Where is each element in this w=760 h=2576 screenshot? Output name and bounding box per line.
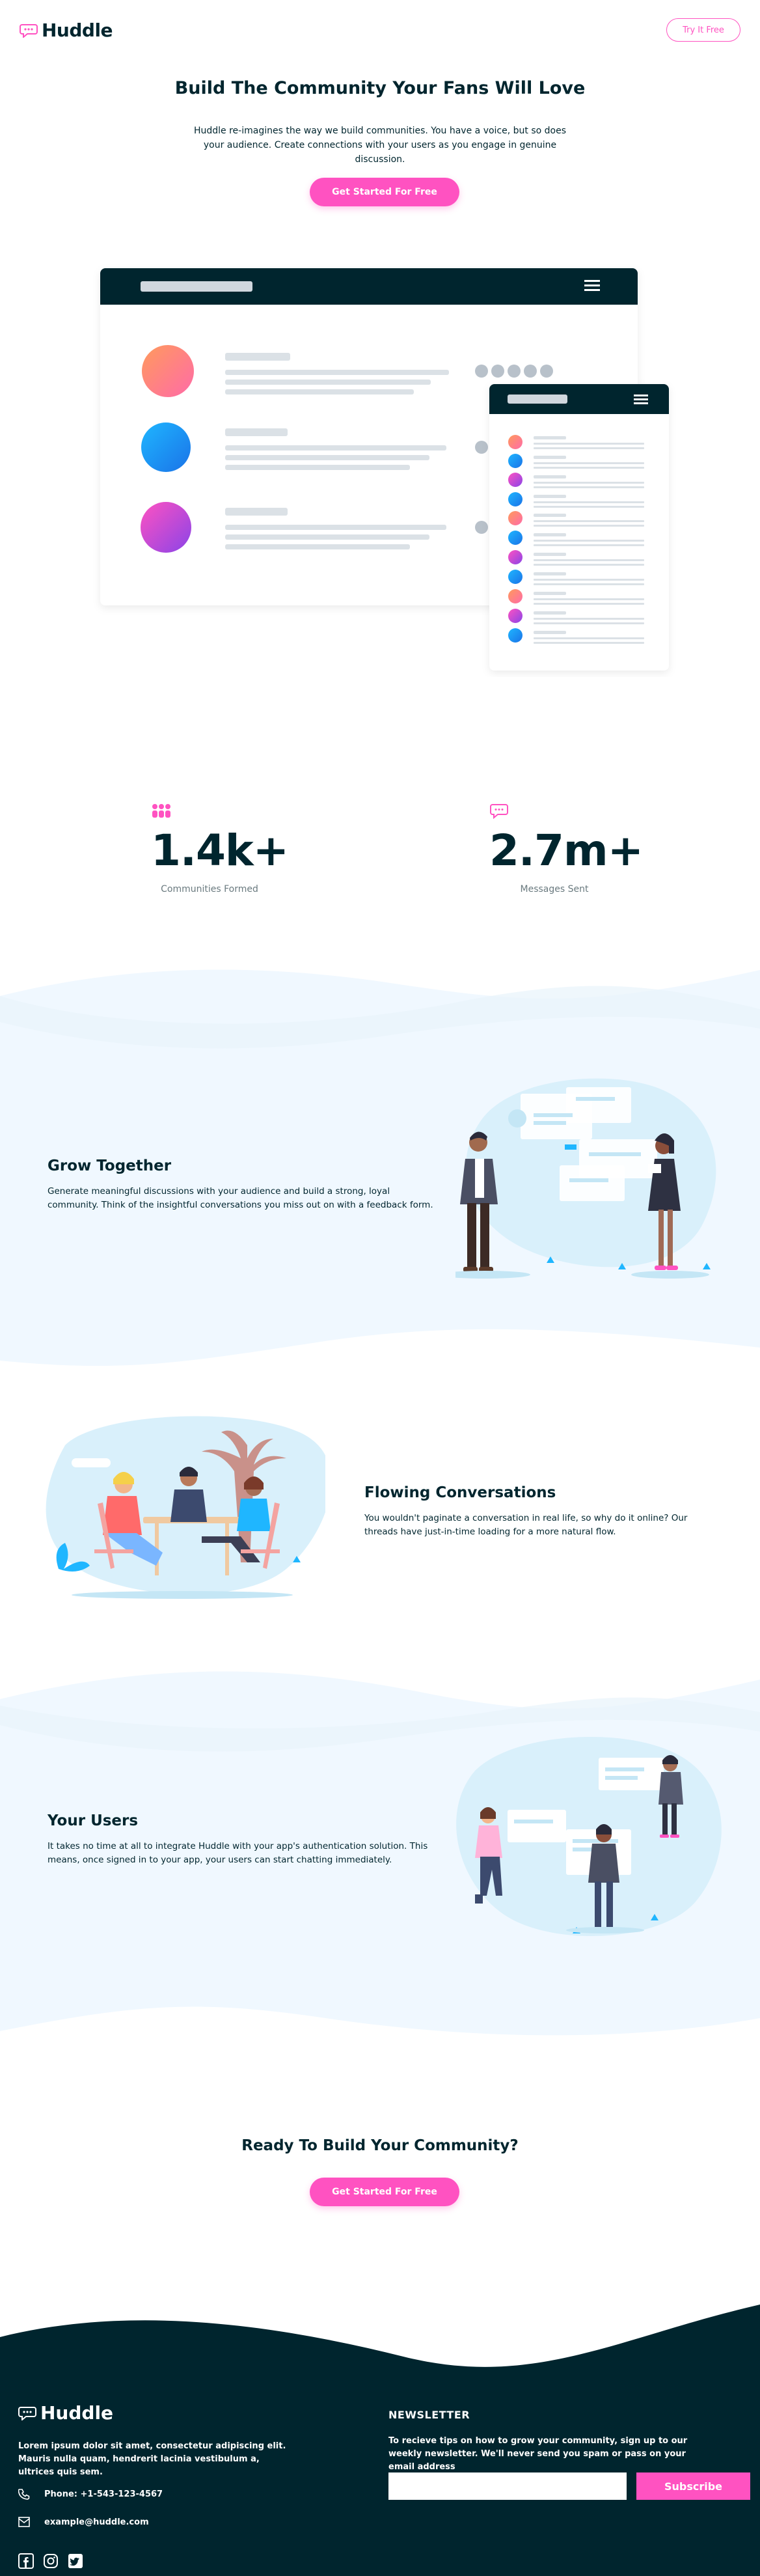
logo[interactable]: Huddle	[20, 20, 113, 41]
hero-text: Huddle re-imagines the way we build comm…	[193, 126, 567, 165]
stat-messages: 2.7m+ Messages Sent	[489, 804, 644, 894]
newsletter-text: To recieve tips on how to grow your comm…	[388, 2436, 688, 2472]
newsletter-title: NEWSLETTER	[388, 2409, 470, 2421]
grow-together-illustration	[455, 1078, 716, 1279]
phone-text[interactable]: Phone: +1-543-123-4567	[44, 2489, 163, 2499]
feature-text-grow: Generate meaningful discussions with you…	[48, 1186, 433, 1210]
newsletter-email-input[interactable]	[388, 2472, 627, 2500]
facebook-icon[interactable]	[18, 2553, 34, 2569]
subscribe-button[interactable]: Subscribe	[636, 2472, 750, 2500]
logo-text: Huddle	[42, 20, 113, 41]
footer-logo-text: Huddle	[40, 2402, 114, 2424]
communities-icon	[152, 804, 170, 818]
app-mockup-illustration	[100, 268, 669, 671]
email-icon	[18, 2517, 30, 2527]
stat-value: 1.4k+	[151, 825, 289, 876]
flowing-conversations-illustration	[46, 1416, 325, 1599]
try-it-free-button[interactable]: Try It Free	[666, 18, 740, 42]
footer-phone: Phone: +1-543-123-4567	[18, 2488, 163, 2500]
stat-label: Messages Sent	[520, 884, 589, 894]
stat-communities: 1.4k+ Communities Formed	[151, 804, 289, 894]
feature-title-flowing: Flowing Conversations	[364, 1484, 556, 1501]
get-started-button[interactable]: Get Started For Free	[310, 178, 459, 206]
footer: Huddle Lorem ipsum dolor sit amet, conse…	[0, 2298, 760, 2576]
feature-text-users: It takes no time at all to integrate Hud…	[48, 1841, 428, 1865]
hero-title: Build The Community Your Fans Will Love	[174, 78, 586, 98]
instagram-icon[interactable]	[43, 2553, 59, 2569]
ready-title: Ready To Build Your Community?	[241, 2137, 519, 2154]
messages-icon	[490, 804, 508, 819]
social-links	[18, 2553, 83, 2569]
feature-title-users: Your Users	[48, 1812, 139, 1829]
stat-label: Communities Formed	[161, 884, 258, 894]
header: Huddle Try It Free	[0, 0, 760, 62]
your-users-illustration	[456, 1736, 722, 1936]
chat-bubble-icon	[18, 2406, 36, 2420]
phone-icon	[18, 2489, 30, 2500]
get-started-bottom-button[interactable]: Get Started For Free	[310, 2178, 459, 2206]
footer-about: Lorem ipsum dolor sit amet, consectetur …	[18, 2441, 286, 2477]
twitter-icon[interactable]	[68, 2553, 83, 2569]
footer-logo[interactable]: Huddle	[18, 2402, 113, 2424]
chat-bubble-icon	[20, 23, 38, 38]
footer-email: example@huddle.com	[18, 2517, 149, 2527]
stat-value: 2.7m+	[489, 825, 644, 876]
email-text[interactable]: example@huddle.com	[44, 2517, 149, 2527]
feature-text-flowing: You wouldn't paginate a conversation in …	[364, 1513, 688, 1537]
feature-title-grow: Grow Together	[48, 1157, 172, 1174]
